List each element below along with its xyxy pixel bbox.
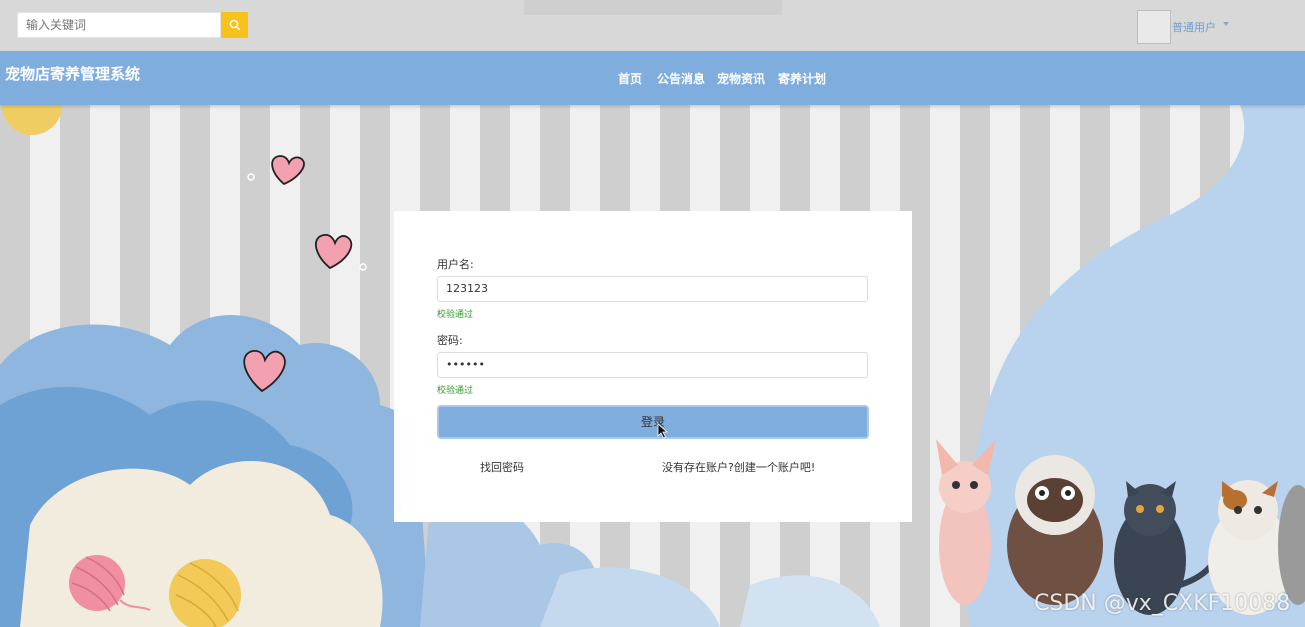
top-bar: 普通用户 <box>0 0 1305 51</box>
search-input[interactable] <box>17 12 221 38</box>
top-ghost-strip <box>524 0 782 15</box>
mouse-cursor-icon <box>657 423 669 439</box>
register-link[interactable]: 没有存在账户?创建一个账户吧! <box>662 459 815 475</box>
chevron-down-icon[interactable] <box>1223 22 1229 26</box>
nav-item-announcements[interactable]: 公告消息 <box>657 70 705 87</box>
login-panel: 用户名: 123123 校验通过 密码: •••••• 校验通过 登录 找回密码… <box>394 211 912 522</box>
password-field[interactable]: •••••• <box>437 352 868 378</box>
nav-item-boarding-plan[interactable]: 寄养计划 <box>778 70 826 87</box>
search-icon <box>229 19 240 31</box>
password-validation-message: 校验通过 <box>437 386 474 396</box>
avatar[interactable] <box>1137 10 1171 44</box>
watermark: CSDN @vx_CXKF10088 <box>1034 591 1291 616</box>
username-label: 用户名: <box>437 258 474 271</box>
nav-item-pet-news[interactable]: 宠物资讯 <box>717 70 765 87</box>
login-button[interactable]: 登录 <box>437 405 869 439</box>
site-title: 宠物店寄养管理系统 <box>5 65 141 83</box>
forgot-password-link[interactable]: 找回密码 <box>480 459 524 475</box>
nav-item-home[interactable]: 首页 <box>618 70 642 87</box>
username-validation-message: 校验通过 <box>437 310 474 320</box>
username-field[interactable]: 123123 <box>437 276 868 302</box>
nav-bar: 宠物店寄养管理系统 首页 公告消息 宠物资讯 寄养计划 <box>0 51 1305 105</box>
user-menu-label[interactable]: 普通用户 <box>1172 19 1216 35</box>
search-button[interactable] <box>221 12 248 38</box>
password-label: 密码: <box>437 334 463 347</box>
